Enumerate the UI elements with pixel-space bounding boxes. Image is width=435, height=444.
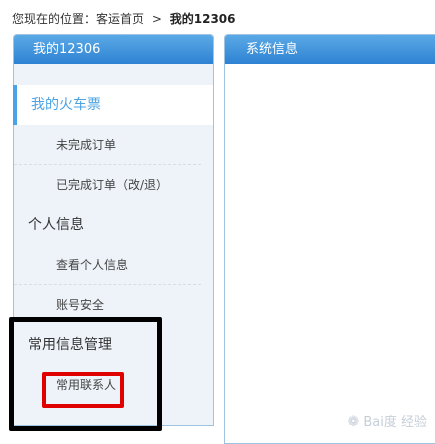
sidebar-group-common-info[interactable]: 常用信息管理 xyxy=(14,325,213,365)
breadcrumb-home-link[interactable]: 客运首页 xyxy=(96,12,144,26)
sidebar-item-account-security[interactable]: 账号安全 xyxy=(14,285,201,325)
paw-icon: ❁ xyxy=(347,414,360,430)
sidebar-item-view-personal-info[interactable]: 查看个人信息 xyxy=(14,245,201,285)
sidebar-item-completed-orders[interactable]: 已完成订单（改/退） xyxy=(14,165,201,205)
watermark-text: Bai度 经验 xyxy=(363,415,427,430)
baidu-watermark: ❁ Bai度 经验 xyxy=(347,411,427,430)
left-nav-panel: 我的12306 我的火车票 未完成订单 已完成订单（改/退） 个人信息 查看个人… xyxy=(13,34,214,426)
sidebar-menu: 我的火车票 未完成订单 已完成订单（改/退） 个人信息 查看个人信息 账号安全 … xyxy=(13,85,213,405)
breadcrumb-separator: > xyxy=(151,12,162,26)
breadcrumb-current: 我的12306 xyxy=(169,12,236,26)
sidebar-group-my-tickets[interactable]: 我的火车票 xyxy=(13,85,213,125)
breadcrumb: 您现在的位置：客运首页 > 我的12306 xyxy=(12,10,236,27)
right-panel-title: 系统信息 xyxy=(225,35,435,64)
sidebar-group-personal-info[interactable]: 个人信息 xyxy=(14,205,213,245)
sidebar-item-unfinished-orders[interactable]: 未完成订单 xyxy=(14,125,201,165)
breadcrumb-prefix: 您现在的位置： xyxy=(12,12,97,26)
sidebar-item-frequent-contacts[interactable]: 常用联系人 xyxy=(14,365,201,405)
system-info-panel: 系统信息 xyxy=(224,34,435,444)
left-panel-title: 我的12306 xyxy=(14,35,213,64)
